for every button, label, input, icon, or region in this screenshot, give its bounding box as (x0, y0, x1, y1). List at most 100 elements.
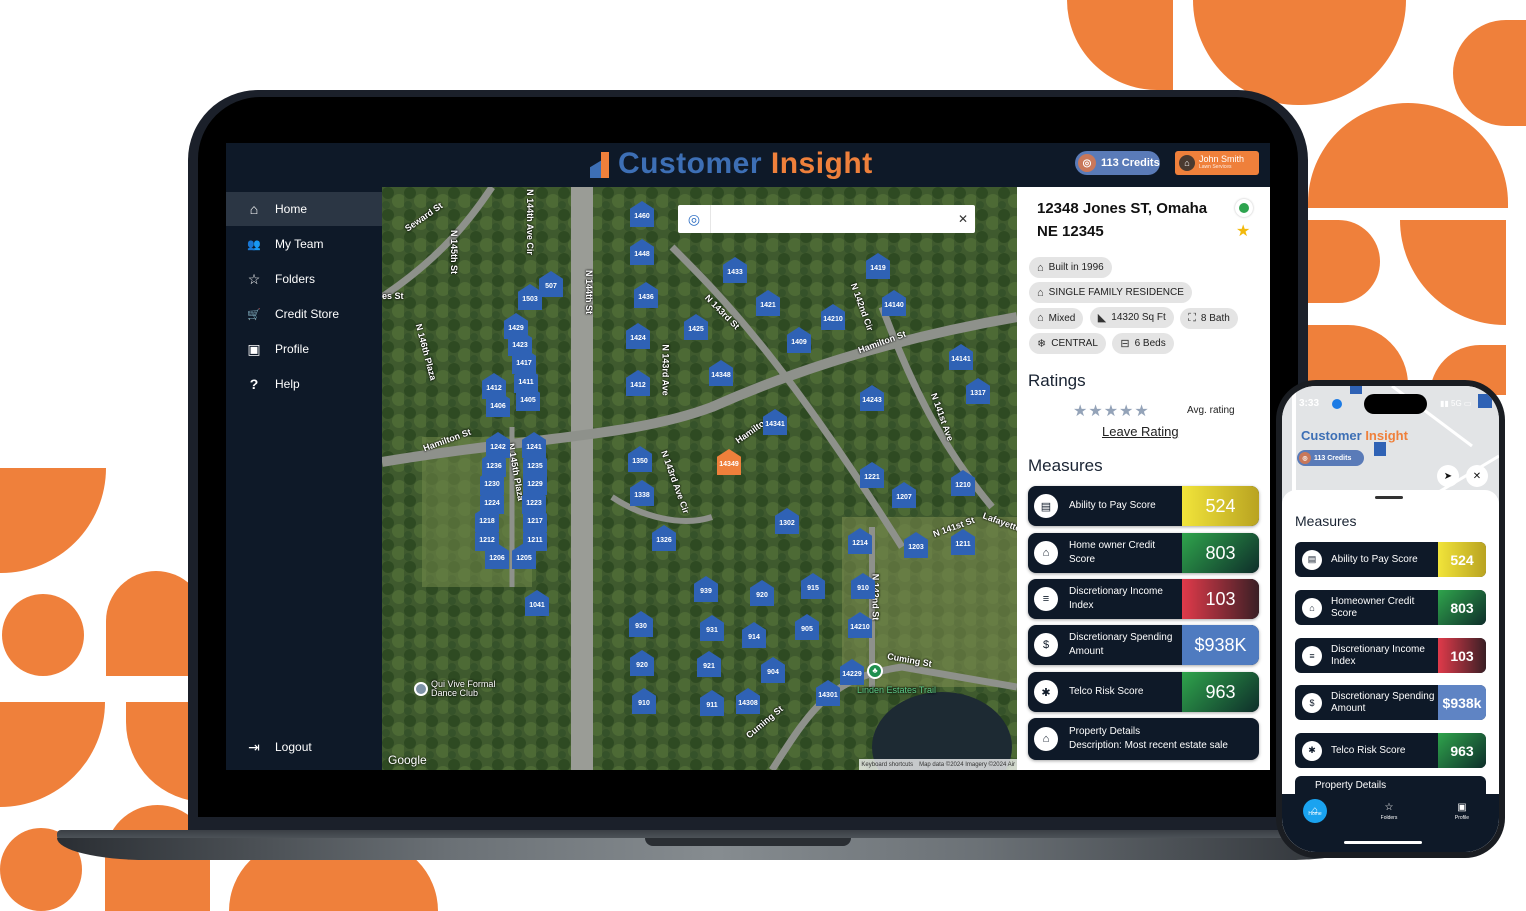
chip-cooling: ❄ CENTRAL (1029, 333, 1106, 354)
chip-label: 6 Beds (1134, 338, 1166, 349)
measure-value: $938K (1182, 625, 1259, 665)
mobile-credits-button[interactable]: ◎ 113 Credits (1297, 450, 1364, 466)
sidebar-item-credit-store[interactable]: 🛒 Credit Store (226, 297, 382, 331)
sidebar-item-help[interactable]: ? Help (226, 367, 382, 401)
bed-icon: ⊟ (1120, 338, 1130, 350)
clear-search-icon[interactable]: ✕ (951, 212, 975, 226)
favorite-star-icon[interactable]: ★ (1236, 221, 1250, 241)
desktop-app: Customer Insight ◎ 113 Credits ⌂ John Sm… (226, 143, 1270, 770)
measure-label: Telco Risk Score (1069, 686, 1144, 697)
navigate-button[interactable]: ➤ (1437, 465, 1459, 487)
star-icon[interactable]: ★ (1104, 403, 1119, 420)
mobile-app: 3:33 ▮▮ 5G ▭ Customer Insight ◎ 113 Credi… (1282, 386, 1499, 852)
measure-label: Discretionary Income Index (1331, 643, 1425, 667)
tab-home[interactable]: ⌂ Home (1295, 799, 1335, 831)
rating-stars[interactable]: ★★★★★ (1073, 401, 1150, 421)
star-icon[interactable]: ★ (1119, 403, 1134, 420)
mobile-device: 3:33 ▮▮ 5G ▭ Customer Insight ◎ 113 Credi… (1276, 380, 1505, 858)
measures-heading: Measures (1028, 456, 1103, 475)
property-details-text: Property Details Description: Most recent… (1058, 725, 1259, 753)
chip-garage: ⌂ Mixed (1029, 307, 1084, 329)
avg-rating-label: Avg. rating (1187, 405, 1235, 416)
star-outline-icon: ☆ (1384, 802, 1394, 813)
sidebar: ⌂ Home 👥 My Team ☆ Folders 🛒 Credit Store ▣ P… (226, 187, 382, 770)
address-line2: NE 12345 (1037, 223, 1104, 240)
measure-card[interactable]: ⌂ Home owner Credit Score 803 (1028, 533, 1259, 573)
app-logo[interactable]: Customer Insight (590, 147, 873, 181)
star-icon[interactable]: ★ (1088, 403, 1103, 420)
credits-icon: ◎ (1078, 154, 1096, 172)
measure-card[interactable]: ✱ Telco Risk Score 963 (1028, 672, 1259, 712)
tab-folders[interactable]: ☆ Folders (1369, 802, 1409, 821)
dollar-doc-icon: $ (1034, 633, 1058, 657)
laptop-notch (645, 838, 851, 846)
user-account-button[interactable]: ⌂ John Smith Lawn Services (1175, 151, 1259, 175)
keyboard-shortcuts-link[interactable]: Keyboard shortcuts (861, 762, 913, 768)
sidebar-item-home[interactable]: ⌂ Home (226, 192, 382, 226)
sheet-grab-handle[interactable] (1375, 496, 1403, 499)
measure-icon: ▤ (1302, 549, 1322, 570)
measure-icon: $ (1302, 692, 1322, 713)
measure-label: Telco Risk Score (1331, 744, 1406, 756)
marketing-stage: Customer Insight ◎ 113 Credits ⌂ John Sm… (0, 0, 1526, 911)
logout-button[interactable]: ⇥ Logout (226, 730, 382, 764)
measure-label: Ability to Pay Score (1331, 553, 1418, 565)
tab-label: Home (1308, 811, 1322, 817)
snowflake-icon: ❄ (1037, 338, 1047, 350)
title-part1: Customer (1301, 428, 1362, 443)
sidebar-item-folders[interactable]: ☆ Folders (226, 262, 382, 296)
satellite-map[interactable]: Seward St N 145th St N 144th Ave Cir N 1… (382, 187, 1017, 770)
measure-label: Ability to Pay Score (1069, 500, 1156, 511)
deco-shape (1308, 103, 1508, 208)
leave-rating-link[interactable]: Leave Rating (1102, 424, 1179, 439)
measure-card[interactable]: ≡ Discretionary Income Index 103 (1028, 579, 1259, 619)
property-details-card[interactable]: ⌂ Property Details Description: Most rece… (1028, 718, 1259, 760)
measure-value: 963 (1182, 672, 1259, 712)
chip-beds: ⊟ 6 Beds (1112, 333, 1174, 354)
tab-profile[interactable]: ▣ Profile (1442, 802, 1482, 821)
credits-label: 113 Credits (1314, 454, 1352, 462)
my-location-icon[interactable]: ◎ (678, 205, 711, 233)
star-icon[interactable]: ★ (1134, 403, 1149, 420)
credits-label: 113 Credits (1101, 157, 1160, 169)
property-panel: 12348 Jones ST, Omaha NE 12345 ★ ⌂ Built … (1017, 187, 1270, 770)
close-button[interactable]: ✕ (1466, 465, 1488, 487)
mobile-measure-card[interactable]: ✱ Telco Risk Score 963 (1295, 733, 1486, 768)
deco-shape (0, 468, 106, 573)
chip-label: Built in 1996 (1048, 262, 1104, 273)
card-check-icon: ▤ (1034, 494, 1058, 518)
measure-card[interactable]: $ Discretionary Spending Amount $938K (1028, 625, 1259, 665)
star-outline-icon: ☆ (247, 270, 261, 287)
poi-label[interactable]: Linden Estates Trail (857, 685, 936, 695)
measure-value: 803 (1182, 533, 1259, 573)
measure-card[interactable]: ▤ Ability to Pay Score 524 (1028, 486, 1259, 526)
chip-label: CENTRAL (1051, 338, 1098, 349)
mobile-measure-card[interactable]: ⌂ Homeowner Credit Score 803 (1295, 590, 1486, 625)
school-pin-icon[interactable] (414, 682, 428, 696)
question-icon: ? (249, 376, 259, 392)
sidebar-item-label: Home (275, 202, 308, 216)
sidebar-item-profile[interactable]: ▣ Profile (226, 332, 382, 366)
park-pin-icon[interactable]: ♣ (867, 663, 883, 679)
map-search-input[interactable] (711, 206, 951, 232)
measure-icon: ⌂ (1302, 597, 1322, 618)
star-icon[interactable]: ★ (1073, 403, 1088, 420)
user-name: John Smith (1199, 154, 1245, 164)
measure-label: Homeowner Credit Score (1331, 595, 1415, 619)
credits-button[interactable]: ◎ 113 Credits (1075, 151, 1160, 175)
deco-shape (1308, 220, 1380, 303)
mobile-measure-card[interactable]: $ Discretionary Spending Amount $938k (1295, 685, 1486, 720)
mobile-measures-heading: Measures (1295, 513, 1357, 529)
garage-icon: ⌂ (1037, 312, 1044, 324)
sidebar-item-my-team[interactable]: 👥 My Team (226, 227, 382, 261)
mobile-measure-card[interactable]: ▤ Ability to Pay Score 524 (1295, 542, 1486, 577)
status-time: 3:33 (1299, 398, 1320, 409)
mobile-measure-card[interactable]: ≡ Discretionary Income Index 103 (1295, 638, 1486, 673)
verified-badge-icon (1235, 199, 1253, 217)
measure-label: Discretionary Income Index (1069, 586, 1163, 611)
ruler-icon: ◣ (1097, 312, 1107, 324)
poi-label[interactable]: Qui Vive Formal Dance Club (431, 680, 511, 698)
close-icon: ✕ (1472, 470, 1482, 482)
logo-icon (590, 150, 610, 178)
list-icon: ≡ (1034, 587, 1058, 611)
